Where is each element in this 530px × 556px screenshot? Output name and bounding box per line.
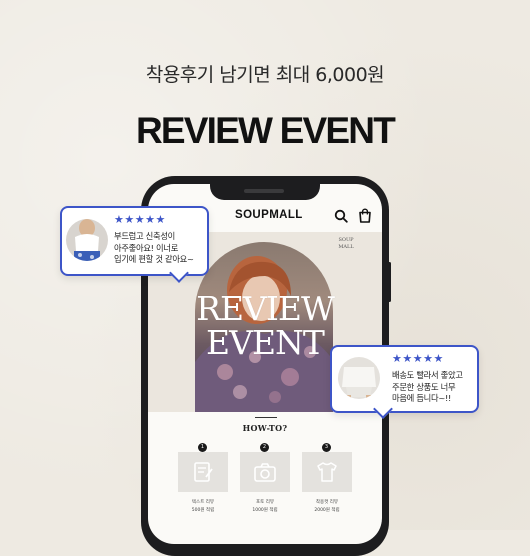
rating-stars-2: ★★★★★ [392, 352, 444, 365]
review-line: 아주좋아요! 이너로 [114, 242, 179, 253]
banner-review-event-text: REVIEW EVENT [196, 289, 335, 362]
step-label: 텍스트 리뷰 500원 적립 [178, 499, 228, 515]
howto-title: HOW-TO? [242, 423, 288, 433]
howto-step-text-review: 1 텍스트 리뷰 500원 적립 [178, 443, 228, 530]
review-line: 부드럽고 신축성이 [114, 231, 176, 241]
step-label-reward: 500원 적립 [191, 508, 215, 513]
banner-brand-mark: SOUP MALL [338, 237, 354, 250]
app-brand-logo[interactable]: SOUPMALL [235, 209, 303, 221]
review-thumbnail-2 [338, 357, 380, 399]
phone-speaker [244, 189, 284, 193]
step-icon-box [178, 452, 228, 492]
step-number: 3 [322, 443, 331, 452]
review-text-2: 배송도 빨라서 좋았고 주문한 상품도 너무 마음에 듭니다~!! [392, 370, 463, 405]
step-icon-box [240, 452, 290, 492]
review-line: 배송도 빨라서 좋았고 [392, 370, 463, 380]
howto-divider [255, 417, 277, 418]
step-label-title: 착용컷 리뷰 [315, 500, 339, 505]
review-line: 입기에 편할 것 같아요~ [114, 254, 194, 264]
camera-icon [254, 463, 276, 482]
review-text-1: 부드럽고 신축성이 아주좋아요! 이너로 입기에 편할 것 같아요~ [114, 231, 194, 266]
step-label-title: 텍스트 리뷰 [191, 500, 215, 505]
rating-stars-1: ★★★★★ [114, 213, 166, 226]
review-line: 마음에 듭니다~!! [392, 393, 452, 403]
step-icon-box [302, 452, 352, 492]
shopping-bag-icon[interactable] [358, 208, 372, 223]
search-icon[interactable] [334, 209, 348, 223]
step-number: 2 [260, 443, 269, 452]
step-label-title: 포토 리뷰 [256, 500, 274, 505]
tshirt-icon [317, 462, 337, 482]
step-label: 착용컷 리뷰 2000원 적립 [302, 499, 352, 515]
step-label-reward: 1000원 적립 [252, 508, 278, 513]
event-subtitle: 착용후기 남기면 최대 6,000원 [145, 64, 385, 86]
step-number: 1 [198, 443, 207, 452]
phone-power-button [388, 262, 391, 302]
step-label: 포토 리뷰 1000원 적립 [240, 499, 290, 515]
step-label-reward: 2000원 적립 [314, 508, 340, 513]
review-thumbnail-1 [66, 219, 108, 261]
pencil-note-icon [194, 462, 213, 482]
howto-step-photo-review: 2 포토 리뷰 1000원 적립 [240, 443, 290, 530]
event-headline: REVIEW EVENT [136, 110, 396, 151]
review-line: 주문한 상품도 너무 [392, 381, 456, 392]
howto-step-outfit-review: 3 착용컷 리뷰 2000원 적립 [302, 443, 352, 530]
